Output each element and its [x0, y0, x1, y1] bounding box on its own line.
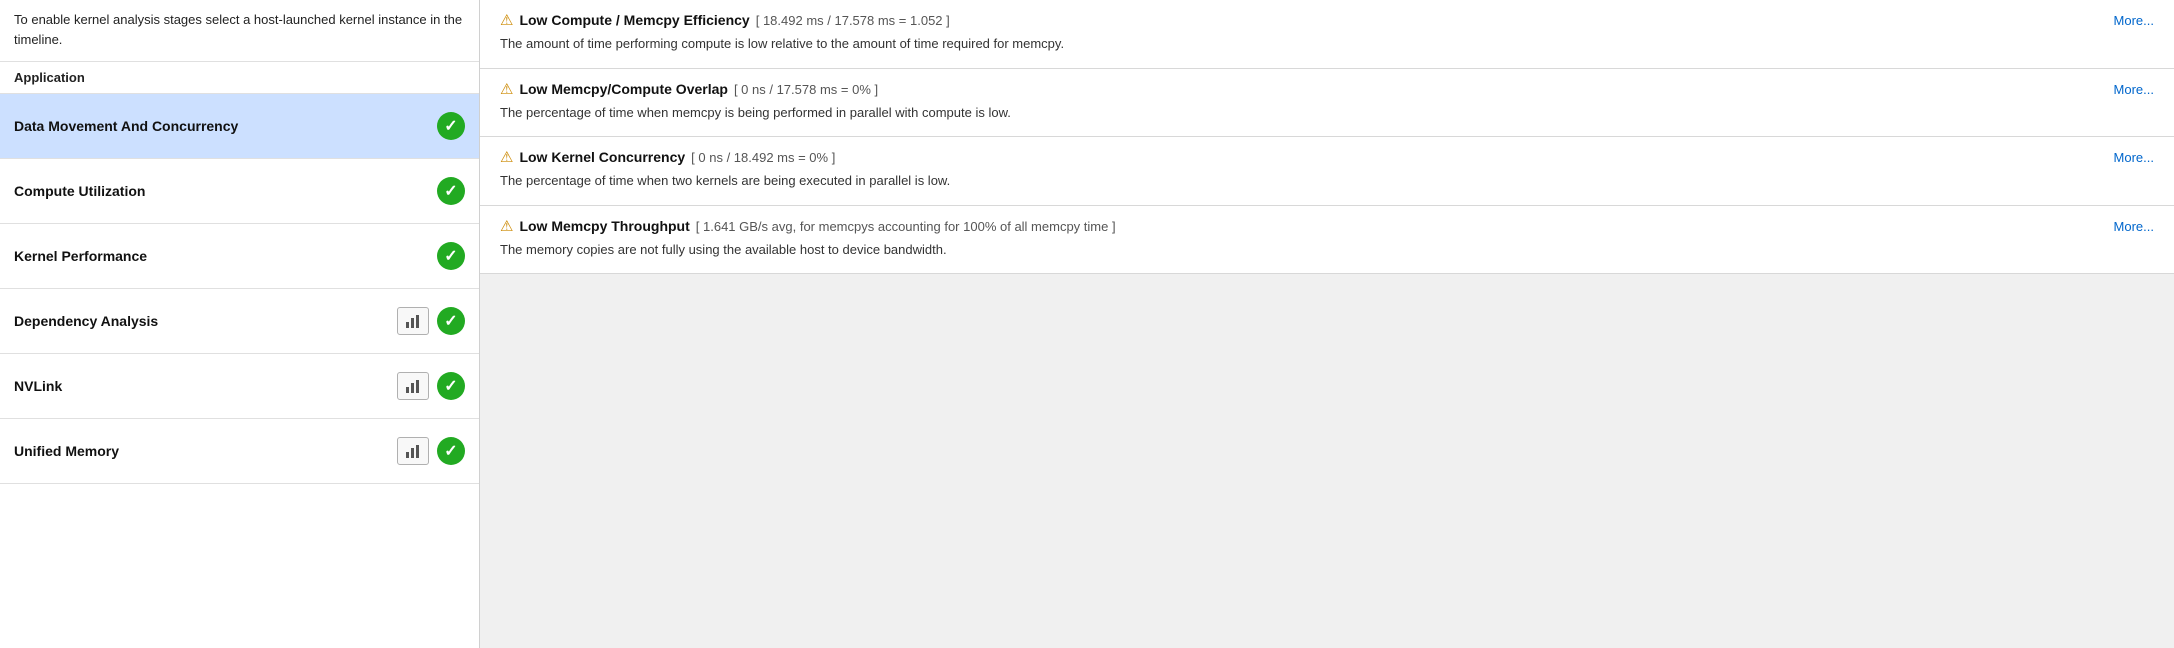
green-check-nvlink: ✓ — [437, 372, 465, 400]
nav-item-compute-utilization[interactable]: Compute Utilization ✓ — [0, 159, 479, 224]
warning-triangle-icon-low-kernel-concurrency: ⚠ — [500, 150, 513, 165]
warning-body-low-kernel-concurrency: The percentage of time when two kernels … — [500, 171, 2154, 191]
chart-icon-btn-nvlink[interactable] — [397, 372, 429, 400]
warning-body-low-memcpy-overlap: The percentage of time when memcpy is be… — [500, 103, 2154, 123]
nav-item-unified-memory[interactable]: Unified Memory ✓ — [0, 419, 479, 484]
warning-title-row-low-memcpy-overlap: ⚠ Low Memcpy/Compute Overlap [ 0 ns / 17.5… — [500, 81, 2106, 97]
warning-title-text-low-kernel-concurrency: Low Kernel Concurrency — [519, 149, 685, 165]
more-link-low-kernel-concurrency[interactable]: More... — [2114, 150, 2154, 165]
warning-body-low-memcpy-throughput: The memory copies are not fully using th… — [500, 240, 2154, 260]
nav-item-label-dependency-analysis: Dependency Analysis — [14, 313, 158, 329]
green-check-data-movement: ✓ — [437, 112, 465, 140]
chart-icon-btn-unified-memory[interactable] — [397, 437, 429, 465]
left-panel: To enable kernel analysis stages select … — [0, 0, 480, 648]
more-link-low-memcpy-overlap[interactable]: More... — [2114, 82, 2154, 97]
warning-header-low-kernel-concurrency: ⚠ Low Kernel Concurrency [ 0 ns / 18.492 m… — [500, 149, 2154, 165]
warning-metric-low-kernel-concurrency: [ 0 ns / 18.492 ms = 0% ] — [691, 150, 835, 165]
warning-title-row-low-memcpy-throughput: ⚠ Low Memcpy Throughput [ 1.641 GB/s avg, … — [500, 218, 2106, 234]
warning-triangle-icon-low-compute-memcpy: ⚠ — [500, 13, 513, 28]
warning-title-text-low-memcpy-overlap: Low Memcpy/Compute Overlap — [519, 81, 727, 97]
warnings-container: ⚠ Low Compute / Memcpy Efficiency [ 18.492… — [480, 0, 2174, 274]
nav-item-icons-unified-memory: ✓ — [397, 437, 465, 465]
warning-triangle-icon-low-memcpy-throughput: ⚠ — [500, 219, 513, 234]
nav-item-nvlink[interactable]: NVLink ✓ — [0, 354, 479, 419]
nav-item-label-kernel-performance: Kernel Performance — [14, 248, 147, 264]
nav-item-icons-nvlink: ✓ — [397, 372, 465, 400]
warning-body-low-compute-memcpy: The amount of time performing compute is… — [500, 34, 2154, 54]
warning-card-low-compute-memcpy: ⚠ Low Compute / Memcpy Efficiency [ 18.492… — [480, 0, 2174, 69]
nav-item-dependency-analysis[interactable]: Dependency Analysis ✓ — [0, 289, 479, 354]
nav-item-label-data-movement: Data Movement And Concurrency — [14, 118, 238, 134]
warning-header-low-memcpy-throughput: ⚠ Low Memcpy Throughput [ 1.641 GB/s avg, … — [500, 218, 2154, 234]
green-check-unified-memory: ✓ — [437, 437, 465, 465]
warning-title-text-low-compute-memcpy: Low Compute / Memcpy Efficiency — [519, 12, 749, 28]
nav-items-container: Data Movement And Concurrency✓Compute Ut… — [0, 94, 479, 484]
warning-title-row-low-compute-memcpy: ⚠ Low Compute / Memcpy Efficiency [ 18.492… — [500, 12, 2106, 28]
intro-text: To enable kernel analysis stages select … — [0, 0, 479, 62]
warning-header-low-memcpy-overlap: ⚠ Low Memcpy/Compute Overlap [ 0 ns / 17.5… — [500, 81, 2154, 97]
nav-item-icons-data-movement: ✓ — [437, 112, 465, 140]
green-check-kernel-performance: ✓ — [437, 242, 465, 270]
nav-item-label-unified-memory: Unified Memory — [14, 443, 119, 459]
nav-item-icons-compute-utilization: ✓ — [437, 177, 465, 205]
warning-title-text-low-memcpy-throughput: Low Memcpy Throughput — [519, 218, 689, 234]
nav-item-label-compute-utilization: Compute Utilization — [14, 183, 145, 199]
nav-item-data-movement[interactable]: Data Movement And Concurrency ✓ — [0, 94, 479, 159]
nav-item-icons-kernel-performance: ✓ — [437, 242, 465, 270]
nav-item-kernel-performance[interactable]: Kernel Performance ✓ — [0, 224, 479, 289]
warning-metric-low-memcpy-throughput: [ 1.641 GB/s avg, for memcpys accounting… — [696, 219, 1116, 234]
warning-triangle-icon-low-memcpy-overlap: ⚠ — [500, 82, 513, 97]
right-panel: ⚠ Low Compute / Memcpy Efficiency [ 18.492… — [480, 0, 2174, 648]
warning-card-low-kernel-concurrency: ⚠ Low Kernel Concurrency [ 0 ns / 18.492 m… — [480, 137, 2174, 206]
nav-item-label-nvlink: NVLink — [14, 378, 62, 394]
green-check-compute-utilization: ✓ — [437, 177, 465, 205]
more-link-low-memcpy-throughput[interactable]: More... — [2114, 219, 2154, 234]
warning-metric-low-memcpy-overlap: [ 0 ns / 17.578 ms = 0% ] — [734, 82, 878, 97]
section-header: Application — [0, 62, 479, 94]
green-check-dependency-analysis: ✓ — [437, 307, 465, 335]
warning-title-row-low-kernel-concurrency: ⚠ Low Kernel Concurrency [ 0 ns / 18.492 m… — [500, 149, 2106, 165]
warning-header-low-compute-memcpy: ⚠ Low Compute / Memcpy Efficiency [ 18.492… — [500, 12, 2154, 28]
chart-icon-btn-dependency-analysis[interactable] — [397, 307, 429, 335]
warning-card-low-memcpy-overlap: ⚠ Low Memcpy/Compute Overlap [ 0 ns / 17.5… — [480, 69, 2174, 138]
more-link-low-compute-memcpy[interactable]: More... — [2114, 13, 2154, 28]
warning-card-low-memcpy-throughput: ⚠ Low Memcpy Throughput [ 1.641 GB/s avg, … — [480, 206, 2174, 275]
nav-item-icons-dependency-analysis: ✓ — [397, 307, 465, 335]
warning-metric-low-compute-memcpy: [ 18.492 ms / 17.578 ms = 1.052 ] — [756, 13, 950, 28]
